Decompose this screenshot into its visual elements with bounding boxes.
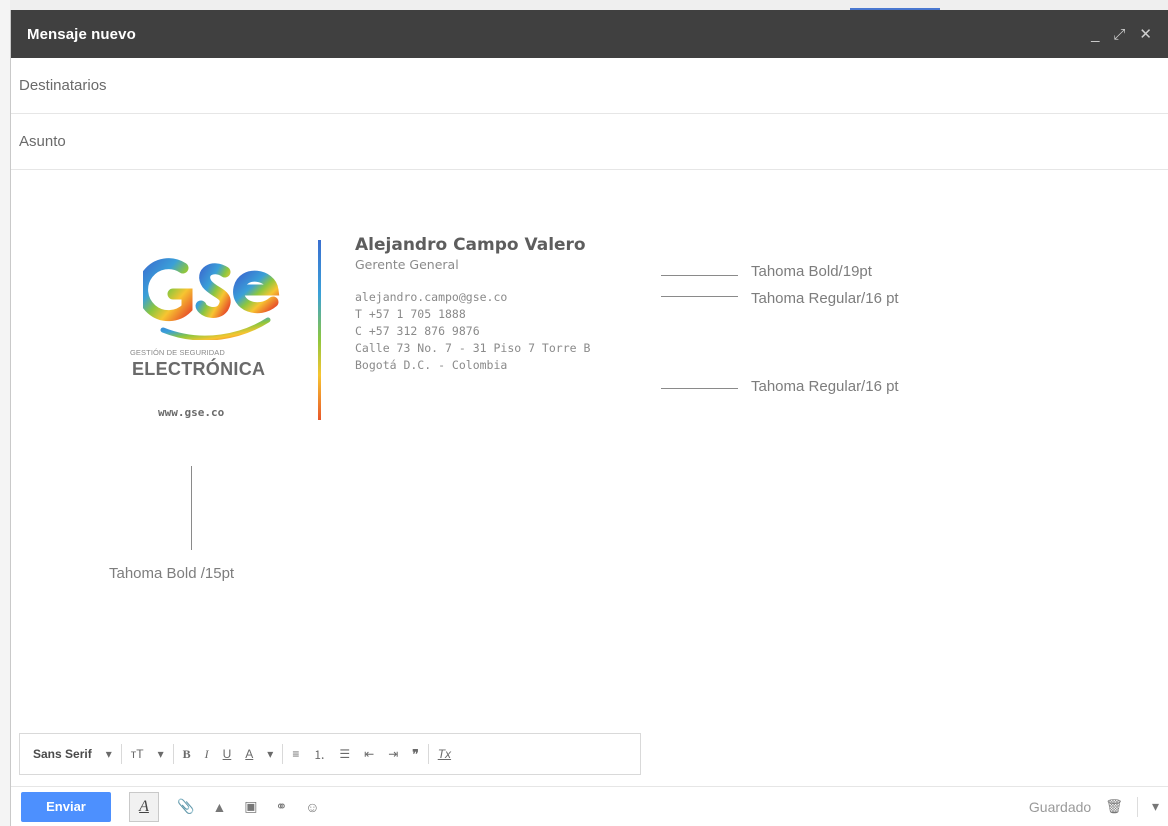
bold-button[interactable]: B — [176, 747, 198, 762]
logo-wordmark: ELECTRÓNICA — [132, 359, 266, 379]
page: Mensaje nuevo _ ⤢ ✕ Destinatarios Asunto — [0, 0, 1168, 826]
chevron-down-icon[interactable]: ▾ — [99, 747, 119, 761]
signature-role: Gerente General — [355, 257, 459, 272]
message-body[interactable]: GESTIÓN DE SEGURIDAD ELECTRÓNICA www.gse… — [11, 170, 1168, 730]
attach-icon[interactable]: 📎 — [177, 798, 194, 815]
logo-website[interactable]: www.gse.co — [158, 406, 224, 419]
chevron-down-icon[interactable]: ▾ — [151, 747, 171, 761]
signature-info: Alejandro Campo Valero Gerente General a… — [355, 235, 635, 374]
trash-icon[interactable]: 🗑 — [1105, 798, 1123, 815]
numbered-list-icon[interactable]: ⒈ — [306, 746, 332, 763]
gse-logo: GESTIÓN DE SEGURIDAD ELECTRÓNICA www.gse… — [118, 230, 303, 430]
underline-button[interactable]: U — [216, 747, 239, 761]
browser-left-edge — [0, 0, 10, 826]
italic-button[interactable]: I — [198, 747, 216, 762]
recipients-placeholder: Destinatarios — [19, 77, 107, 94]
indent-less-icon[interactable]: ⇤ — [357, 747, 381, 761]
signature-mobile: C +57 312 876 9876 — [355, 324, 480, 338]
emoji-icon[interactable]: ☺ — [305, 799, 319, 815]
quote-icon[interactable]: ❞ — [405, 747, 425, 761]
formatting-toolbar: Sans Serif ▾ тT ▾ B I U A ▾ ≡ ⒈ ☰ ⇤ ⇥ ❞ … — [19, 733, 641, 775]
annotation-role-font: Tahoma Regular/16 pt — [751, 290, 899, 307]
email-signature: GESTIÓN DE SEGURIDAD ELECTRÓNICA www.gse… — [118, 230, 628, 430]
clear-format-icon[interactable]: Tx — [431, 747, 458, 761]
drive-icon[interactable]: ▲ — [212, 799, 226, 815]
align-icon[interactable]: ≡ — [285, 747, 306, 761]
save-status: Guardado — [1028, 798, 1092, 815]
gse-logo-mark — [143, 258, 280, 340]
compose-bottom-bar: Enviar A 📎 ▲ ▣ ⚭ ☺ Guardado 🗑 ▾ — [11, 786, 1168, 826]
annotation-body-font: Tahoma Regular/16 pt — [751, 378, 899, 395]
chevron-down-icon[interactable]: ▾ — [260, 747, 280, 761]
annotation-name-font: Tahoma Bold/19pt — [751, 263, 872, 280]
recipients-field[interactable]: Destinatarios — [11, 58, 1168, 114]
annotation-line-name — [661, 275, 738, 276]
signature-contact: alejandro.campo@gse.co T +57 1 705 1888 … — [355, 289, 635, 374]
link-icon[interactable]: ⚭ — [276, 798, 288, 815]
close-icon[interactable]: ✕ — [1139, 25, 1152, 43]
photo-icon[interactable]: ▣ — [244, 798, 257, 815]
browser-top-edge — [0, 0, 1168, 10]
compose-titlebar: Mensaje nuevo _ ⤢ ✕ — [11, 10, 1168, 58]
subject-placeholder: Asunto — [19, 133, 66, 150]
signature-color-bar — [318, 240, 321, 420]
compose-title: Mensaje nuevo — [27, 25, 136, 43]
bulleted-list-icon[interactable]: ☰ — [332, 747, 357, 761]
font-family-select[interactable]: Sans Serif — [26, 747, 99, 761]
formatting-toggle-button[interactable]: A — [129, 791, 159, 822]
subject-field[interactable]: Asunto — [11, 114, 1168, 170]
signature-city: Bogotá D.C. - Colombia — [355, 358, 508, 372]
send-button[interactable]: Enviar — [21, 791, 111, 822]
signature-name: Alejandro Campo Valero — [355, 235, 586, 255]
signature-email[interactable]: alejandro.campo@gse.co — [355, 289, 635, 306]
annotation-line-logo — [191, 466, 192, 550]
annotation-line-body — [661, 388, 738, 389]
font-size-icon[interactable]: тT — [124, 747, 151, 761]
text-color-button[interactable]: A — [238, 747, 260, 761]
minimize-icon[interactable]: _ — [1091, 26, 1099, 43]
more-options-icon[interactable]: ▾ — [1152, 798, 1159, 815]
expand-icon[interactable]: ⤢ — [1113, 26, 1125, 43]
compose-window: Mensaje nuevo _ ⤢ ✕ Destinatarios Asunto — [10, 10, 1168, 826]
annotation-logo-font: Tahoma Bold /15pt — [109, 565, 235, 582]
logo-subtitle: GESTIÓN DE SEGURIDAD — [130, 348, 225, 357]
signature-address: Calle 73 No. 7 - 31 Piso 7 Torre B — [355, 341, 591, 355]
signature-phone: T +57 1 705 1888 — [355, 307, 466, 321]
indent-more-icon[interactable]: ⇥ — [381, 747, 405, 761]
annotation-line-role — [661, 296, 738, 297]
